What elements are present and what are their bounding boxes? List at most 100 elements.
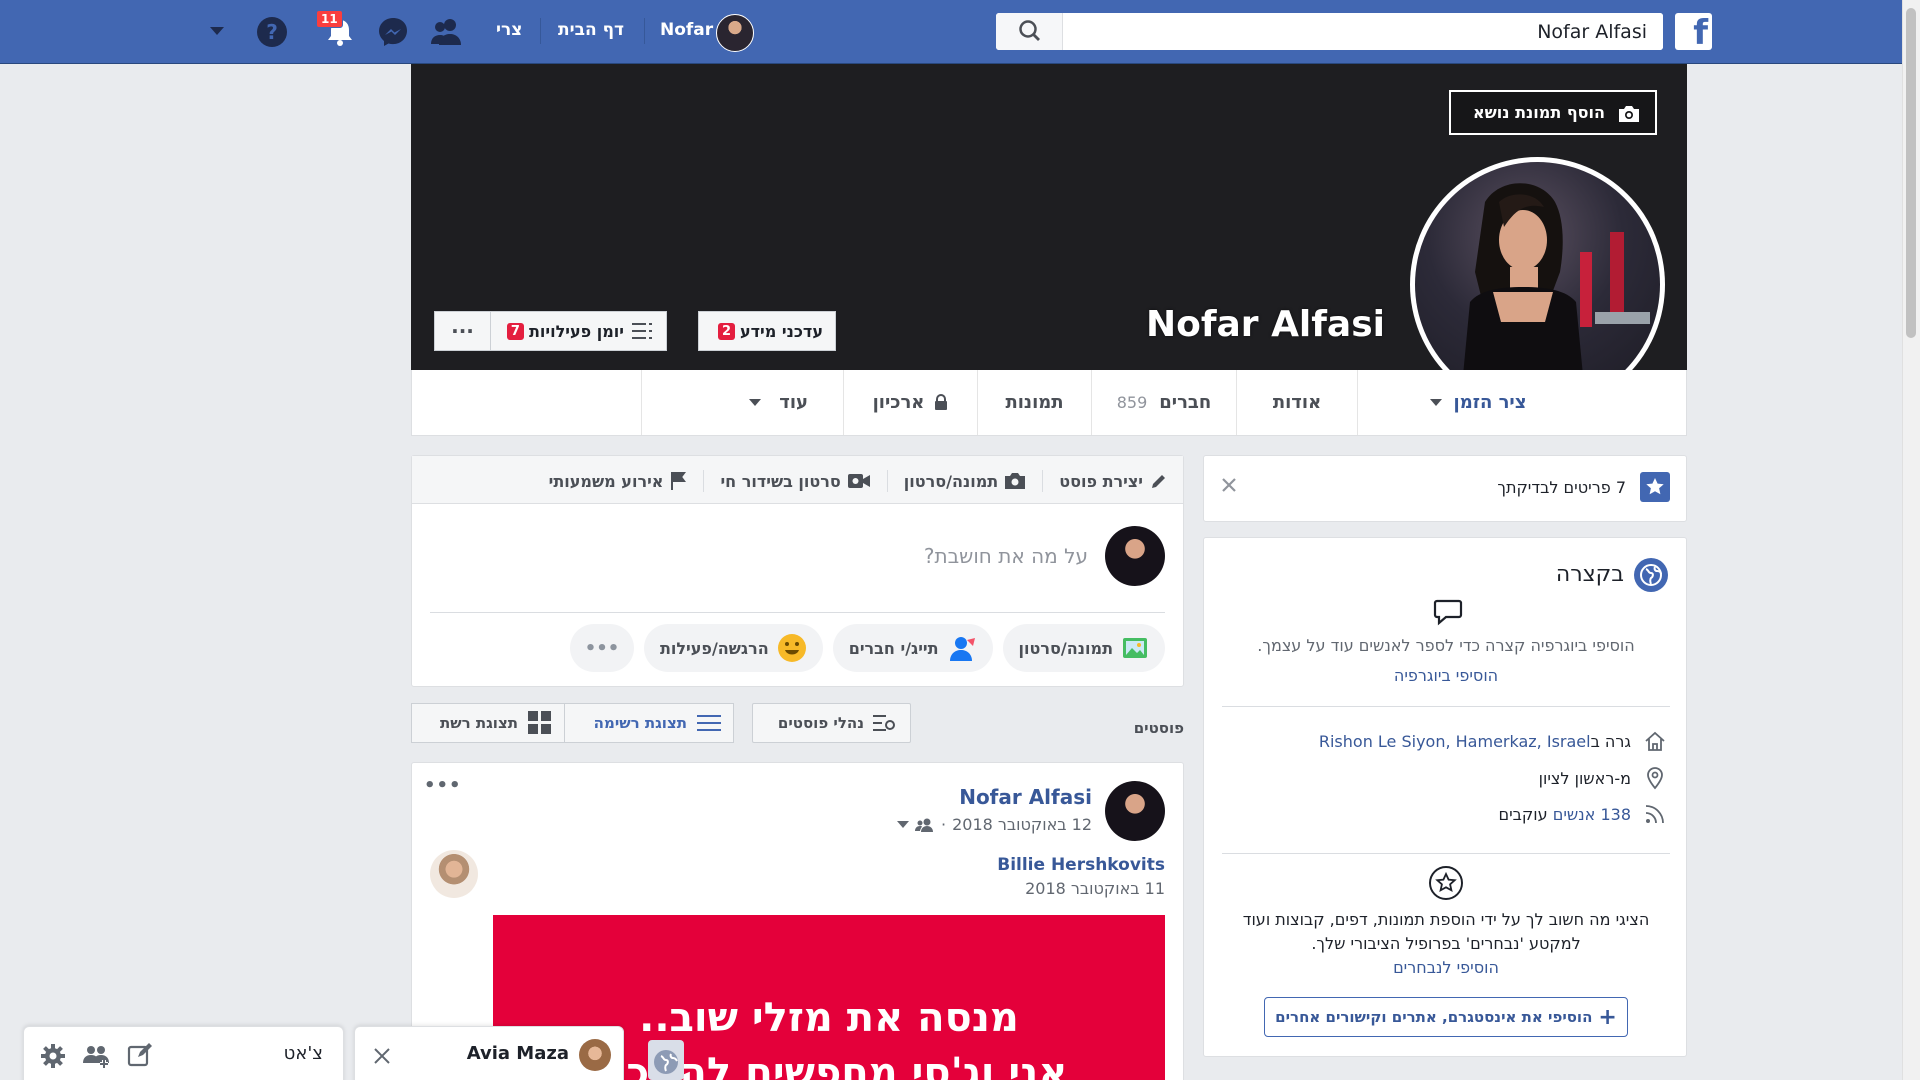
chat-globe-button[interactable] bbox=[648, 1040, 684, 1080]
tab-more[interactable]: עוד bbox=[641, 370, 843, 435]
new-message-icon[interactable] bbox=[127, 1042, 153, 1068]
tab-life-event[interactable]: אירוע משמעותי bbox=[549, 472, 664, 491]
composer-more-button[interactable]: ••• bbox=[569, 624, 634, 672]
profile-name[interactable]: Nofar Alfasi bbox=[1100, 304, 1385, 345]
speech-bubble-icon bbox=[1433, 598, 1463, 626]
star-icon bbox=[1640, 472, 1670, 502]
chevron-down-icon[interactable] bbox=[896, 820, 909, 829]
review-items-card: 7 פריטים לבדיקתך bbox=[1203, 455, 1687, 522]
settings-sliders-icon bbox=[872, 713, 896, 733]
tab-about-label: אודות bbox=[1272, 392, 1322, 413]
help-icon[interactable]: ? bbox=[255, 15, 289, 49]
post-composer: יצירת פוסט תמונה/סרטון סרטון בשידור חי א… bbox=[411, 455, 1184, 687]
lock-icon bbox=[934, 394, 948, 411]
tab-timeline-label: ציר הזמן bbox=[1453, 392, 1527, 413]
star-outline-icon bbox=[1428, 865, 1464, 901]
composer-feeling-label: הרגשה/פעילות bbox=[659, 638, 769, 658]
lives-in-link[interactable]: Rishon Le Siyon, Hamerkaz, Israel bbox=[1319, 732, 1591, 751]
tab-archive-label: ארכיון bbox=[872, 392, 925, 413]
list-icon bbox=[632, 322, 654, 340]
tab-archive[interactable]: ארכיון bbox=[843, 370, 977, 435]
facebook-logo-icon[interactable]: f bbox=[1675, 13, 1712, 53]
tab-friends-label: חברים bbox=[1159, 392, 1212, 413]
search-input[interactable] bbox=[1073, 13, 1663, 50]
messenger-icon[interactable] bbox=[376, 15, 410, 49]
flag-icon bbox=[669, 471, 687, 491]
composer-tag-friends-button[interactable]: תייג/י חברים bbox=[832, 624, 993, 672]
update-info-button[interactable]: עדכני מידע 2 bbox=[698, 311, 836, 351]
review-items-link[interactable]: 7 פריטים לבדיקתך bbox=[1497, 478, 1626, 497]
globe-icon bbox=[1634, 558, 1668, 592]
posts-heading: פוסטים bbox=[1133, 719, 1184, 737]
tab-photos[interactable]: תמונות bbox=[977, 370, 1091, 435]
tab-photo-video[interactable]: תמונה/סרטון bbox=[904, 472, 998, 491]
divider bbox=[430, 612, 1165, 613]
tab-timeline[interactable]: ציר הזמן bbox=[1357, 370, 1598, 435]
shared-author-name[interactable]: Billie Hershkovits bbox=[997, 855, 1165, 875]
tab-about[interactable]: אודות bbox=[1236, 370, 1357, 435]
nav-user-name[interactable]: Nofar bbox=[660, 20, 713, 40]
search-box bbox=[996, 13, 1663, 50]
create-group-icon[interactable] bbox=[82, 1043, 110, 1069]
more-options-button[interactable]: ··· bbox=[434, 311, 491, 351]
manage-posts-button[interactable]: נהלי פוסטים bbox=[752, 703, 911, 743]
composer-photo-button[interactable]: תמונה/סרטון bbox=[1002, 624, 1165, 672]
nav-create-link[interactable]: צרי bbox=[496, 20, 522, 40]
activity-log-badge: 7 bbox=[506, 322, 524, 340]
pencil-icon bbox=[1149, 471, 1169, 491]
friends-count: 859 bbox=[1116, 393, 1148, 412]
tab-live-video[interactable]: סרטון בשידור חי bbox=[720, 472, 840, 491]
grid-view-label: תצוגת רשת bbox=[439, 714, 518, 732]
update-info-label: עדכני מידע bbox=[739, 321, 823, 341]
user-avatar[interactable] bbox=[716, 14, 754, 52]
close-icon[interactable] bbox=[1220, 476, 1238, 494]
update-info-badge: 2 bbox=[717, 322, 735, 340]
friend-requests-icon[interactable] bbox=[430, 15, 464, 49]
add-cover-photo-button[interactable]: הוסף תמונת נושא bbox=[1449, 90, 1657, 135]
location-pin-icon bbox=[1644, 766, 1666, 790]
video-camera-icon bbox=[847, 472, 871, 490]
post-options-button[interactable]: ••• bbox=[424, 775, 462, 796]
home-icon bbox=[1644, 730, 1666, 752]
tab-more-label: עוד bbox=[779, 392, 808, 413]
rss-followers-icon bbox=[1644, 803, 1666, 825]
shared-author-avatar[interactable] bbox=[430, 850, 478, 898]
account-menu-chevron-down-icon[interactable] bbox=[208, 25, 226, 37]
search-icon bbox=[1019, 20, 1040, 41]
notifications-badge: 11 bbox=[316, 10, 343, 28]
post-author-name[interactable]: Nofar Alfasi bbox=[959, 785, 1092, 809]
composer-feeling-button[interactable]: הרגשה/פעילות bbox=[643, 624, 823, 672]
followers-link[interactable]: 138 אנשים bbox=[1553, 805, 1631, 824]
smiley-icon bbox=[777, 633, 807, 663]
composer-tabs: יצירת פוסט תמונה/סרטון סרטון בשידור חי א… bbox=[549, 470, 1169, 492]
tab-friends[interactable]: חברים 859 bbox=[1091, 370, 1236, 435]
shared-post-date[interactable]: 11 באוקטובר 2018 bbox=[1025, 879, 1165, 898]
tab-create-post[interactable]: יצירת פוסט bbox=[1059, 472, 1143, 491]
composer-avatar bbox=[1105, 526, 1165, 586]
nav-home-link[interactable]: דף הבית bbox=[558, 20, 624, 40]
post-meta: 12 באוקטובר 2018 · bbox=[896, 815, 1092, 834]
grid-view-button[interactable]: תצוגת רשת bbox=[411, 703, 565, 743]
post-date[interactable]: 12 באוקטובר 2018 bbox=[952, 815, 1092, 834]
gear-icon[interactable] bbox=[40, 1043, 66, 1069]
add-bio-link[interactable]: הוסיפי ביוגרפיה bbox=[1224, 666, 1668, 685]
post-author-avatar[interactable] bbox=[1105, 781, 1165, 841]
chat-tab-contact[interactable]: Avia Maza bbox=[354, 1026, 624, 1080]
scrollbar-thumb[interactable] bbox=[1906, 8, 1916, 338]
grid-view-icon bbox=[528, 711, 552, 735]
svg-text:?: ? bbox=[266, 20, 278, 44]
tag-friends-icon bbox=[947, 634, 977, 662]
hometown-text[interactable]: מ-ראשון לציון bbox=[1539, 769, 1631, 788]
search-button[interactable] bbox=[996, 13, 1063, 50]
intro-title: בקצרה bbox=[1555, 562, 1624, 587]
add-links-button[interactable]: + הוסיפי את אינסטגרם, אתרים וקישורים אחר… bbox=[1264, 997, 1628, 1037]
add-featured-link[interactable]: הוסיפי לנבחרים bbox=[1224, 958, 1668, 977]
friends-audience-icon[interactable] bbox=[914, 817, 935, 833]
list-view-label: תצוגת רשימה bbox=[593, 714, 687, 732]
close-chat-icon[interactable] bbox=[373, 1047, 391, 1065]
profile-tabs: ציר הזמן אודות חברים 859 תמונות ארכיון ע… bbox=[411, 370, 1687, 436]
chat-sidebar-bar[interactable]: צ'אט bbox=[23, 1026, 344, 1080]
activity-log-button[interactable]: יומן פעילויות 7 bbox=[490, 311, 667, 351]
list-view-button[interactable]: תצוגת רשימה bbox=[564, 703, 734, 743]
composer-input[interactable]: על מה את חושבת? bbox=[924, 544, 1088, 568]
